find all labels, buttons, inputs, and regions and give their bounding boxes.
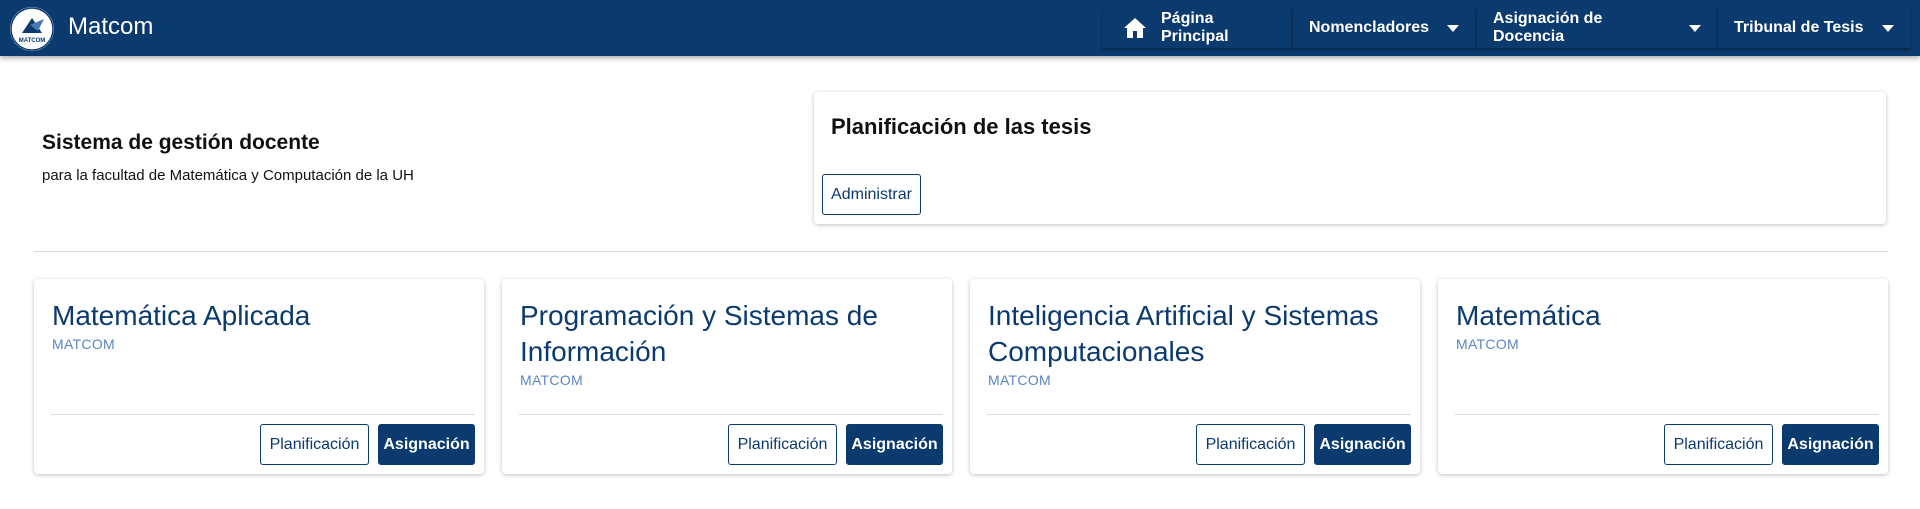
nav-nomencladores-label: Nomencladores bbox=[1309, 19, 1430, 36]
nav-home[interactable]: Página Principal bbox=[1103, 8, 1292, 48]
nav-nomencladores[interactable]: Nomencladores bbox=[1293, 8, 1476, 48]
home-icon bbox=[1123, 17, 1147, 39]
planificacion-button[interactable]: Planificación bbox=[1664, 424, 1773, 465]
department-tag: MATCOM bbox=[988, 372, 1051, 388]
asignacion-button[interactable]: Asignación bbox=[378, 424, 475, 465]
department-title: Matemática bbox=[1456, 300, 1601, 331]
planificacion-button[interactable]: Planificación bbox=[728, 424, 837, 465]
caret-down-icon bbox=[1689, 24, 1701, 32]
planificacion-button[interactable]: Planificación bbox=[1196, 424, 1305, 465]
thesis-planning-card: Planificación de las tesis Administrar bbox=[814, 92, 1886, 224]
department-card: Programación y Sistemas de Información M… bbox=[502, 279, 952, 474]
top-navbar: MATCOM Matcom Página Principal Nomenclad… bbox=[0, 0, 1920, 56]
admin-button[interactable]: Administrar bbox=[822, 174, 921, 215]
matcom-logo[interactable]: MATCOM bbox=[10, 7, 54, 51]
department-card: Matemática Aplicada MATCOM Planificación… bbox=[34, 279, 484, 474]
nav-home-label: Página Principal bbox=[1161, 10, 1229, 45]
department-tag: MATCOM bbox=[1456, 336, 1519, 352]
caret-down-icon bbox=[1447, 24, 1460, 32]
planificacion-button[interactable]: Planificación bbox=[260, 424, 369, 465]
planning-title: Planificación de las tesis bbox=[831, 114, 1092, 139]
department-tag: MATCOM bbox=[520, 372, 583, 388]
main-nav: Página Principal Nomencladores Asignació… bbox=[1102, 8, 1910, 50]
svg-text:MATCOM: MATCOM bbox=[19, 38, 46, 44]
asignacion-button[interactable]: Asignación bbox=[1782, 424, 1879, 465]
department-title: Inteligencia Artificial y Sistemas Compu… bbox=[988, 300, 1379, 367]
asignacion-button[interactable]: Asignación bbox=[1314, 424, 1411, 465]
card-divider bbox=[51, 414, 475, 415]
nav-asignacion-label: Asignación de Docencia bbox=[1493, 10, 1603, 45]
nav-asignacion-docencia[interactable]: Asignación de Docencia bbox=[1477, 8, 1717, 48]
nav-tribunal-label: Tribunal de Tesis bbox=[1734, 19, 1864, 36]
department-card: Matemática MATCOM Planificación Asignaci… bbox=[1438, 279, 1888, 474]
card-divider bbox=[519, 414, 943, 415]
card-divider bbox=[1455, 414, 1879, 415]
department-title: Programación y Sistemas de Información bbox=[520, 300, 878, 367]
asignacion-button[interactable]: Asignación bbox=[846, 424, 943, 465]
department-tag: MATCOM bbox=[52, 336, 115, 352]
caret-down-icon bbox=[1881, 24, 1894, 32]
app-title[interactable]: Matcom bbox=[68, 13, 153, 41]
department-title: Matemática Aplicada bbox=[52, 300, 311, 331]
department-card: Inteligencia Artificial y Sistemas Compu… bbox=[970, 279, 1420, 474]
intro-subtitle: para la facultad de Matemática y Computa… bbox=[42, 167, 414, 184]
section-divider bbox=[34, 251, 1888, 252]
intro-title: Sistema de gestión docente bbox=[42, 131, 320, 154]
matcom-logo-icon: MATCOM bbox=[10, 7, 54, 51]
nav-tribunal-tesis[interactable]: Tribunal de Tesis bbox=[1718, 8, 1910, 48]
card-divider bbox=[987, 414, 1411, 415]
